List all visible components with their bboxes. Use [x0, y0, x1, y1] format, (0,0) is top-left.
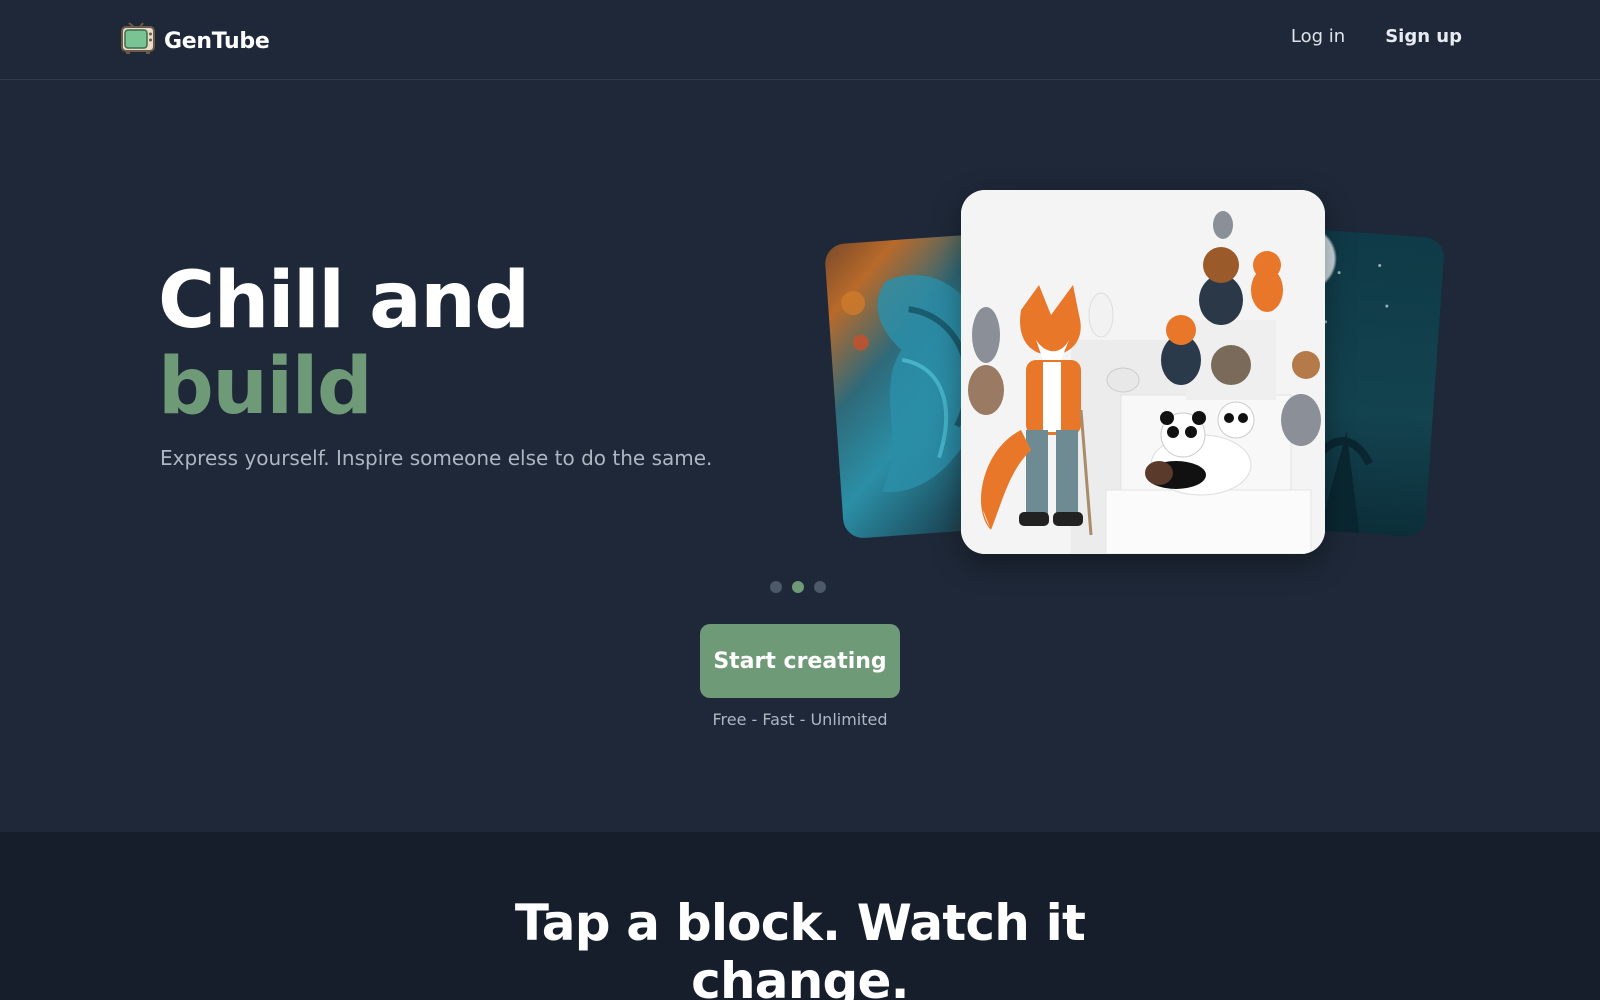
page: GenTube Log in Sign up Chill and build E…: [0, 0, 1600, 1000]
carousel-dot-1[interactable]: [770, 581, 782, 593]
top-nav: GenTube Log in Sign up: [0, 0, 1600, 80]
hero-title-line1: Chill and: [158, 256, 530, 346]
start-creating-button[interactable]: Start creating: [700, 624, 900, 698]
animal-figures-illustration: [961, 190, 1325, 554]
hero-title: Chill and build: [158, 256, 530, 432]
signup-link[interactable]: Sign up: [1385, 26, 1462, 47]
cta-tagline: Free - Fast - Unlimited: [712, 710, 888, 729]
hero-title-line2: build: [158, 342, 373, 432]
carousel-indicators: [770, 581, 826, 593]
image-carousel: [820, 190, 1460, 570]
carousel-dot-3[interactable]: [814, 581, 826, 593]
tv-icon: [120, 22, 156, 60]
brand-name: GenTube: [164, 28, 270, 54]
features-section: Tap a block. Watch it change.: [0, 832, 1600, 1000]
carousel-active-slide[interactable]: [961, 190, 1325, 554]
carousel-dot-2[interactable]: [792, 581, 804, 593]
brand-link[interactable]: GenTube: [120, 22, 270, 60]
section-title: Tap a block. Watch it change.: [514, 894, 1086, 1000]
login-link[interactable]: Log in: [1291, 26, 1345, 47]
auth-links: Log in Sign up: [1291, 26, 1462, 47]
hero-subtitle: Express yourself. Inspire someone else t…: [160, 446, 713, 470]
